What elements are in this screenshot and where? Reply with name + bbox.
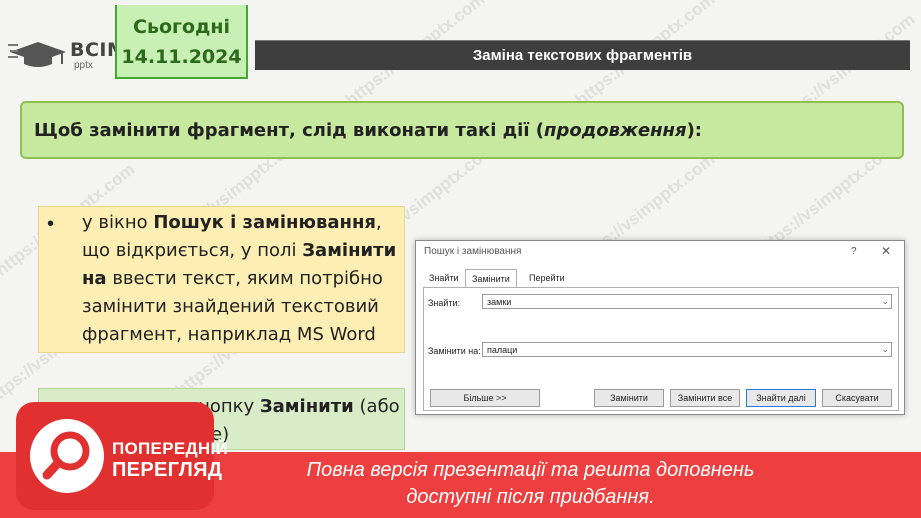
magnifier-icon <box>42 431 90 480</box>
preview-badge: ПОПЕРЕДНІЙ ПЕРЕГЛЯД <box>16 402 228 510</box>
instruction-text-start: Щоб замінити фрагмент, слід виконати так… <box>34 120 545 141</box>
find-label: Знайти: <box>428 298 461 308</box>
bold-text: Замінити <box>259 396 354 417</box>
logo: ВСІМ pptx <box>8 36 126 76</box>
dialog-title: Пошук і замінювання <box>424 246 522 257</box>
bullet: • <box>47 213 55 235</box>
text: (або <box>353 396 400 417</box>
badge-text-line-1: ПОПЕРЕДНІЙ <box>112 439 229 458</box>
help-icon[interactable]: ? <box>851 246 857 257</box>
badge-text-line-2: ПЕРЕГЛЯД <box>112 459 223 481</box>
badge-circle <box>30 419 104 493</box>
instruction-text-italic: продовження <box>544 120 687 141</box>
text: у вікно <box>82 212 154 233</box>
instruction-text-end: ): <box>686 120 702 141</box>
step-1-line-2: що відкриється, у полі Замінити <box>82 240 396 261</box>
find-next-button[interactable]: Знайти далі <box>746 389 816 407</box>
find-replace-dialog: Пошук і замінювання ? ✕ Знайти Замінити … <box>415 240 905 415</box>
bold-text: Пошук і замінювання <box>153 212 376 233</box>
title-bar-highlight <box>255 40 910 41</box>
text: , <box>375 212 382 233</box>
close-icon[interactable]: ✕ <box>881 244 891 258</box>
find-input[interactable]: замки ⌄ <box>482 294 892 309</box>
text: ввести текст, яким потрібно <box>106 268 383 289</box>
instruction-box: Щоб замінити фрагмент, слід виконати так… <box>20 101 904 159</box>
find-value: замки <box>487 297 512 307</box>
cancel-button[interactable]: Скасувати <box>822 389 892 407</box>
slide-title: Заміна текстових фрагментів <box>472 47 693 64</box>
replace-all-button[interactable]: Замінити все <box>670 389 740 407</box>
replace-value: палаци <box>487 345 518 355</box>
bold-text: на <box>82 268 107 289</box>
tab-find[interactable]: Знайти <box>423 269 465 287</box>
date-value: 14.11.2024 <box>121 46 242 68</box>
replace-button[interactable]: Замінити <box>594 389 664 407</box>
more-button[interactable]: Більше >> <box>430 389 540 407</box>
date-label: Сьогодні <box>133 16 230 38</box>
step-1-line-1: у вікно Пошук і замінювання, <box>82 212 382 233</box>
step-1-line-4: замінити знайдений текстовий <box>82 296 379 317</box>
step-1-line-5: фрагмент, наприклад MS Word <box>82 324 376 345</box>
date-box: Сьогодні 14.11.2024 <box>115 5 248 79</box>
bold-text: Замінити <box>302 240 397 261</box>
tab-goto[interactable]: Перейти <box>523 269 571 287</box>
instruction-text: Щоб замінити фрагмент, слід виконати так… <box>34 120 702 141</box>
step-1-box: • у вікно Пошук і замінювання, що відкри… <box>38 206 405 353</box>
replace-input[interactable]: палаци ⌄ <box>482 342 892 357</box>
chevron-down-icon[interactable]: ⌄ <box>881 344 889 355</box>
logo-subtext: pptx <box>74 60 93 71</box>
tab-replace[interactable]: Замінити <box>465 269 517 287</box>
replace-label: Замінити на: <box>428 346 481 356</box>
text: що відкриється, у полі <box>82 240 303 261</box>
chevron-down-icon[interactable]: ⌄ <box>881 296 889 307</box>
slide-title-bar: Заміна текстових фрагментів <box>255 40 910 70</box>
replace-tab-panel: Знайти: замки ⌄ Замінити на: палаци ⌄ Бі… <box>423 287 899 411</box>
graduation-cap-icon <box>8 42 66 67</box>
step-1-line-3: на ввести текст, яким потрібно <box>82 268 383 289</box>
